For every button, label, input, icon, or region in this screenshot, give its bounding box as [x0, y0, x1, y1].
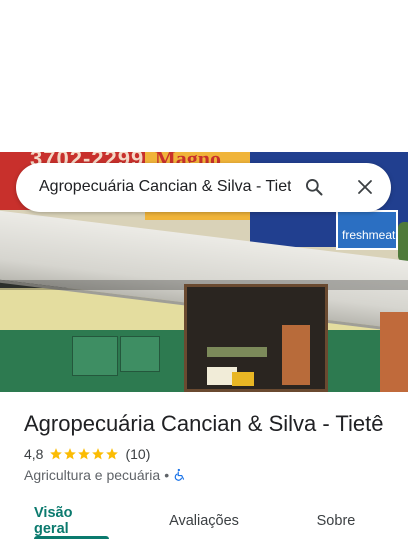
tab-reviews[interactable]: Avaliações [160, 498, 248, 544]
display-item [232, 372, 254, 386]
close-icon[interactable] [356, 178, 374, 196]
blank-area [0, 0, 408, 152]
review-count[interactable]: (10) [125, 446, 150, 462]
wall-post [380, 312, 408, 392]
rating-value: 4,8 [24, 446, 44, 462]
star-icon [92, 448, 105, 460]
wheelchair-accessible-icon [174, 468, 185, 481]
star-icon [78, 448, 91, 460]
category-row: Agricultura e pecuária • [24, 466, 187, 484]
rating-stars [49, 447, 119, 461]
search-bar[interactable]: Agropecuária Cancian & Silva - Tietê [16, 163, 391, 212]
shelf [282, 325, 310, 385]
search-input[interactable]: Agropecuária Cancian & Silva - Tietê [39, 178, 291, 198]
meter-box [72, 336, 118, 376]
shop-door [184, 284, 328, 392]
shelf [207, 347, 267, 357]
meter-box [120, 336, 160, 372]
place-details: Agropecuária Cancian & Silva - Tietê 4,8… [0, 392, 408, 544]
star-icon [106, 448, 119, 460]
tab-bar: Visão geral Avaliações Sobre [0, 498, 408, 544]
search-icon[interactable] [304, 177, 324, 197]
separator: • [164, 467, 170, 483]
tree [398, 222, 408, 262]
active-tab-indicator [34, 536, 109, 539]
star-icon [64, 448, 77, 460]
tab-about[interactable]: Sobre [306, 498, 366, 544]
star-icon [50, 448, 63, 460]
place-title: Agropecuária Cancian & Silva - Tietê [24, 411, 384, 436]
rating-row[interactable]: 4,8 (10) [24, 445, 150, 463]
freshmeat-sign: freshmeat [336, 210, 398, 250]
freshmeat-text: freshmeat [342, 228, 396, 242]
place-category: Agricultura e pecuária [24, 467, 161, 483]
